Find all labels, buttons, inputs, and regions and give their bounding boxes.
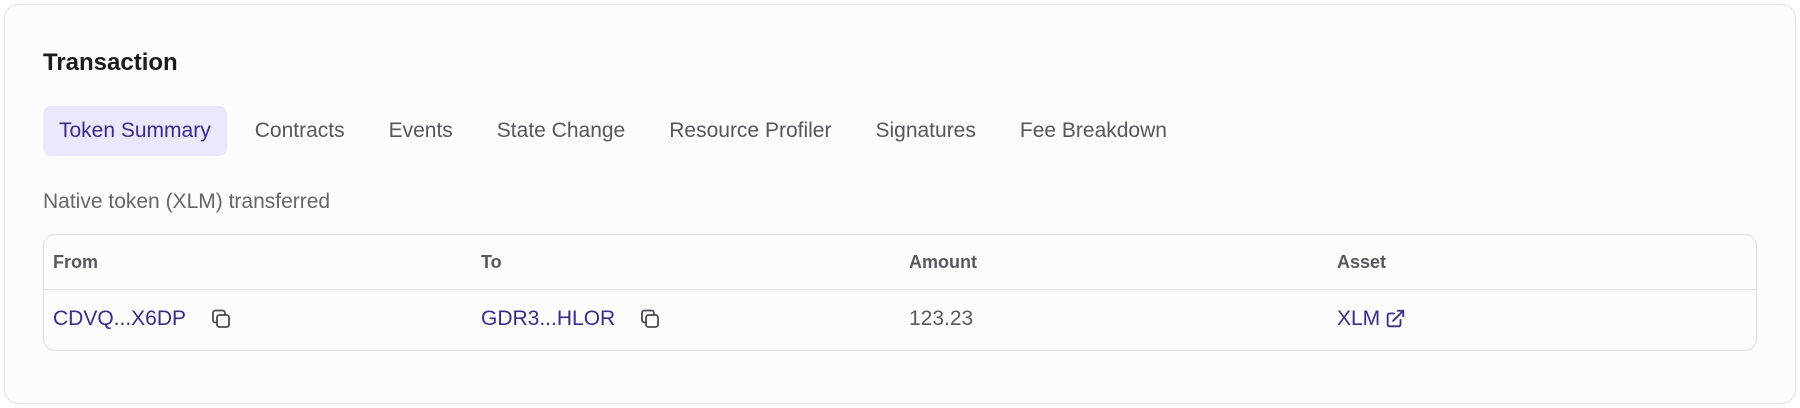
transaction-panel: Transaction Token Summary Contracts Even… [4, 4, 1796, 404]
copy-from-button[interactable] [208, 306, 234, 332]
table-header: From To Amount Asset [44, 235, 1756, 290]
summary-description: Native token (XLM) transferred [43, 190, 331, 213]
copy-to-button[interactable] [637, 306, 663, 332]
column-header-from: From [53, 251, 98, 272]
copy-icon [641, 309, 660, 328]
external-link-icon [1386, 309, 1405, 328]
tab-state-change[interactable]: State Change [481, 106, 641, 156]
tab-contracts[interactable]: Contracts [239, 106, 361, 156]
tab-token-summary[interactable]: Token Summary [43, 106, 227, 156]
column-header-to: To [481, 251, 502, 272]
external-link-button[interactable] [1384, 308, 1406, 330]
asset-cell: XLM [1328, 307, 1756, 331]
transfers-table: From To Amount Asset CDVQ...X6DP GDR3...… [43, 234, 1757, 351]
from-cell: CDVQ...X6DP [44, 306, 472, 332]
from-address-link[interactable]: CDVQ...X6DP [53, 307, 186, 331]
column-header-asset: Asset [1337, 251, 1387, 272]
table-row: CDVQ...X6DP GDR3...HLOR 123.23 XLM [44, 290, 1756, 348]
panel-title: Transaction [43, 49, 178, 76]
asset-link[interactable]: XLM [1337, 307, 1380, 331]
tab-fee-breakdown[interactable]: Fee Breakdown [1004, 106, 1183, 156]
amount-cell: 123.23 [909, 307, 974, 330]
column-header-amount: Amount [909, 251, 977, 272]
copy-icon [212, 309, 230, 328]
to-cell: GDR3...HLOR [472, 306, 900, 332]
tab-resource-profiler[interactable]: Resource Profiler [653, 106, 847, 156]
tab-bar: Token Summary Contracts Events State Cha… [43, 106, 1195, 156]
tab-events[interactable]: Events [373, 106, 469, 156]
tab-signatures[interactable]: Signatures [859, 106, 991, 156]
to-address-link[interactable]: GDR3...HLOR [481, 307, 615, 331]
